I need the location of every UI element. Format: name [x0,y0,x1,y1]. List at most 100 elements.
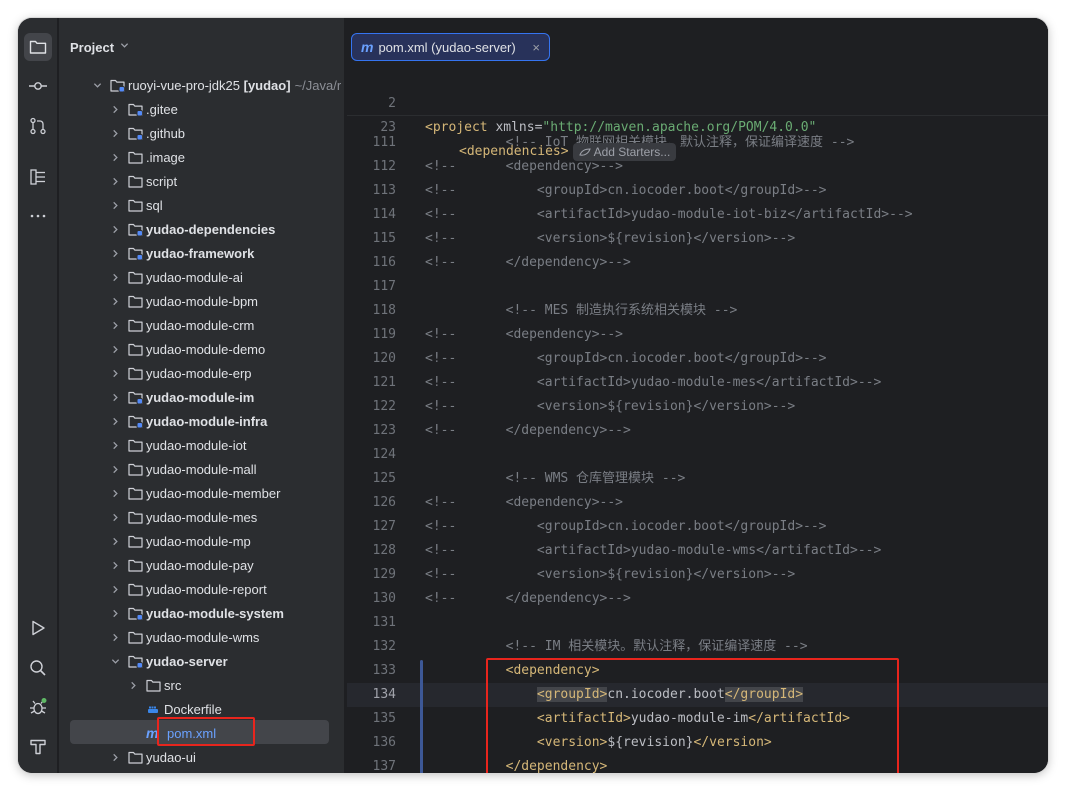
run-icon[interactable] [24,614,52,642]
close-icon[interactable]: × [532,40,540,55]
code-line[interactable]: 114 <!-- <artifactId>yudao-module-iot-biz… [347,203,1048,227]
code-line[interactable]: 129 <!-- <version>${revision}</version>--… [347,563,1048,587]
chevron-right-icon[interactable] [110,584,120,594]
tree-item[interactable]: yudao-module-wms [59,625,344,649]
folder-icon [128,751,143,764]
tree-item[interactable]: yudao-module-system [59,601,344,625]
chevron-right-icon[interactable] [128,680,138,690]
chevron-right-icon[interactable] [110,128,120,138]
project-icon[interactable] [24,33,52,61]
code-line[interactable]: 126 <!-- <dependency>--> [347,491,1048,515]
sticky-line[interactable]: 23 <dependencies> Add Starters... [347,92,1048,161]
code-line[interactable]: 123 <!-- </dependency>--> [347,419,1048,443]
chevron-right-icon[interactable] [110,296,120,306]
chevron-right-icon[interactable] [110,416,120,426]
chevron-right-icon[interactable] [110,200,120,210]
chevron-right-icon[interactable] [110,536,120,546]
tree-item[interactable]: .image [59,145,344,169]
tree-item[interactable]: yudao-module-infra [59,409,344,433]
code-line[interactable]: 130 <!-- </dependency>--> [347,587,1048,611]
code-line[interactable]: 120 <!-- <groupId>cn.iocoder.boot</groupI… [347,347,1048,371]
code-line[interactable]: 121 <!-- <artifactId>yudao-module-mes</ar… [347,371,1048,395]
code-text: <groupId>cn.iocoder.boot</groupId>--> [443,351,827,366]
tree-item[interactable]: yudao-module-iot [59,433,344,457]
build-icon[interactable] [24,733,52,761]
tree-item[interactable]: yudao-module-mes [59,505,344,529]
line-number: 126 [372,495,396,510]
code-line[interactable]: 122 <!-- <version>${revision}</version>--… [347,395,1048,419]
tree-item[interactable]: .gitee [59,97,344,121]
search-icon[interactable] [24,654,52,682]
chevron-right-icon[interactable] [110,440,120,450]
tree-item[interactable]: yudao-module-crm [59,313,344,337]
line-number: 114 [372,207,396,222]
line-number: 23 [380,120,396,135]
chevron-right-icon[interactable] [110,104,120,114]
code-line[interactable]: 115 <!-- <version>${revision}</version>--… [347,227,1048,251]
chevron-right-icon[interactable] [110,248,120,258]
more-icon[interactable] [24,202,52,230]
chevron-right-icon[interactable] [110,224,120,234]
chevron-right-icon[interactable] [110,320,120,330]
chevron-right-icon[interactable] [110,608,120,618]
code-line[interactable]: 131 [347,611,1048,635]
tree-label: yudao-module-mp [146,533,251,549]
code-view[interactable]: 2 <project xmlns="http://maven.apache.or… [347,68,1048,773]
chevron-right-icon[interactable] [110,176,120,186]
pull-requests-icon[interactable] [24,112,52,140]
tree-item[interactable]: yudao-module-demo [59,337,344,361]
tree-item[interactable]: src [59,673,344,697]
code-line[interactable]: 124 [347,443,1048,467]
code-line[interactable]: 125 <!-- WMS 仓库管理模块 --> [347,467,1048,491]
tree-item[interactable]: yudao-module-member [59,481,344,505]
chevron-right-icon[interactable] [110,752,120,762]
code-line[interactable]: 128 <!-- <artifactId>yudao-module-wms</ar… [347,539,1048,563]
tree-item[interactable]: yudao-module-ai [59,265,344,289]
code-line[interactable]: 119 <!-- <dependency>--> [347,323,1048,347]
code-line[interactable]: 118 <!-- MES 制造执行系统相关模块 --> [347,299,1048,323]
tree-item[interactable]: yudao-module-pay [59,553,344,577]
code-line[interactable]: 127 <!-- <groupId>cn.iocoder.boot</groupI… [347,515,1048,539]
add-starters-button[interactable]: Add Starters... [572,142,677,161]
code-line[interactable]: 132 <!-- IM 相关模块。默认注释，保证编译速度 --> [347,635,1048,659]
chevron-right-icon[interactable] [110,272,120,282]
chevron-right-icon[interactable] [110,344,120,354]
chevron-down-icon[interactable] [110,656,120,666]
tree-item-root[interactable]: ruoyi-vue-pro-jdk25 [yudao] ~/Java/r [59,73,344,97]
chevron-down-icon[interactable] [92,80,102,90]
code-line[interactable]: 112 <!-- <dependency>--> [347,155,1048,179]
tree-item[interactable]: yudao-ui [59,745,344,769]
tree-item[interactable]: yudao-framework [59,241,344,265]
tree-label: yudao-module-bpm [146,293,259,309]
tree-item[interactable]: script [59,169,344,193]
code-line[interactable]: 113 <!-- <groupId>cn.iocoder.boot</groupI… [347,179,1048,203]
tree-item[interactable]: yudao-server [59,649,344,673]
tree-item[interactable]: yudao-module-mp [59,529,344,553]
commit-icon[interactable] [24,72,52,100]
tree-item[interactable]: yudao-module-bpm [59,289,344,313]
tree-item[interactable]: yudao-module-erp [59,361,344,385]
sticky-line[interactable]: 2 <project xmlns="http://maven.apache.or… [347,68,1048,135]
debug-icon[interactable] [24,693,52,721]
chevron-right-icon[interactable] [110,560,120,570]
chevron-right-icon[interactable] [110,632,120,642]
chevron-right-icon[interactable] [110,488,120,498]
chevron-right-icon[interactable] [110,512,120,522]
tree-item[interactable]: .github [59,121,344,145]
tree-item[interactable]: yudao-module-report [59,577,344,601]
chevron-right-icon[interactable] [110,152,120,162]
chevron-right-icon[interactable] [110,392,120,402]
project-view-selector[interactable]: Project [70,37,129,57]
tree-label: yudao-framework [146,245,255,261]
code-line[interactable]: 116 <!-- </dependency>--> [347,251,1048,275]
code-line[interactable]: 117 [347,275,1048,299]
chevron-right-icon[interactable] [110,368,120,378]
structure-icon[interactable] [24,163,52,191]
tree-item[interactable]: sql [59,193,344,217]
tree-item[interactable]: yudao-dependencies [59,217,344,241]
tree-item[interactable]: yudao-module-im [59,385,344,409]
tree-item[interactable]: yudao-module-mall [59,457,344,481]
chevron-right-icon[interactable] [110,464,120,474]
tab-pom-xml[interactable]: m pom.xml (yudao-server) × [351,33,550,61]
